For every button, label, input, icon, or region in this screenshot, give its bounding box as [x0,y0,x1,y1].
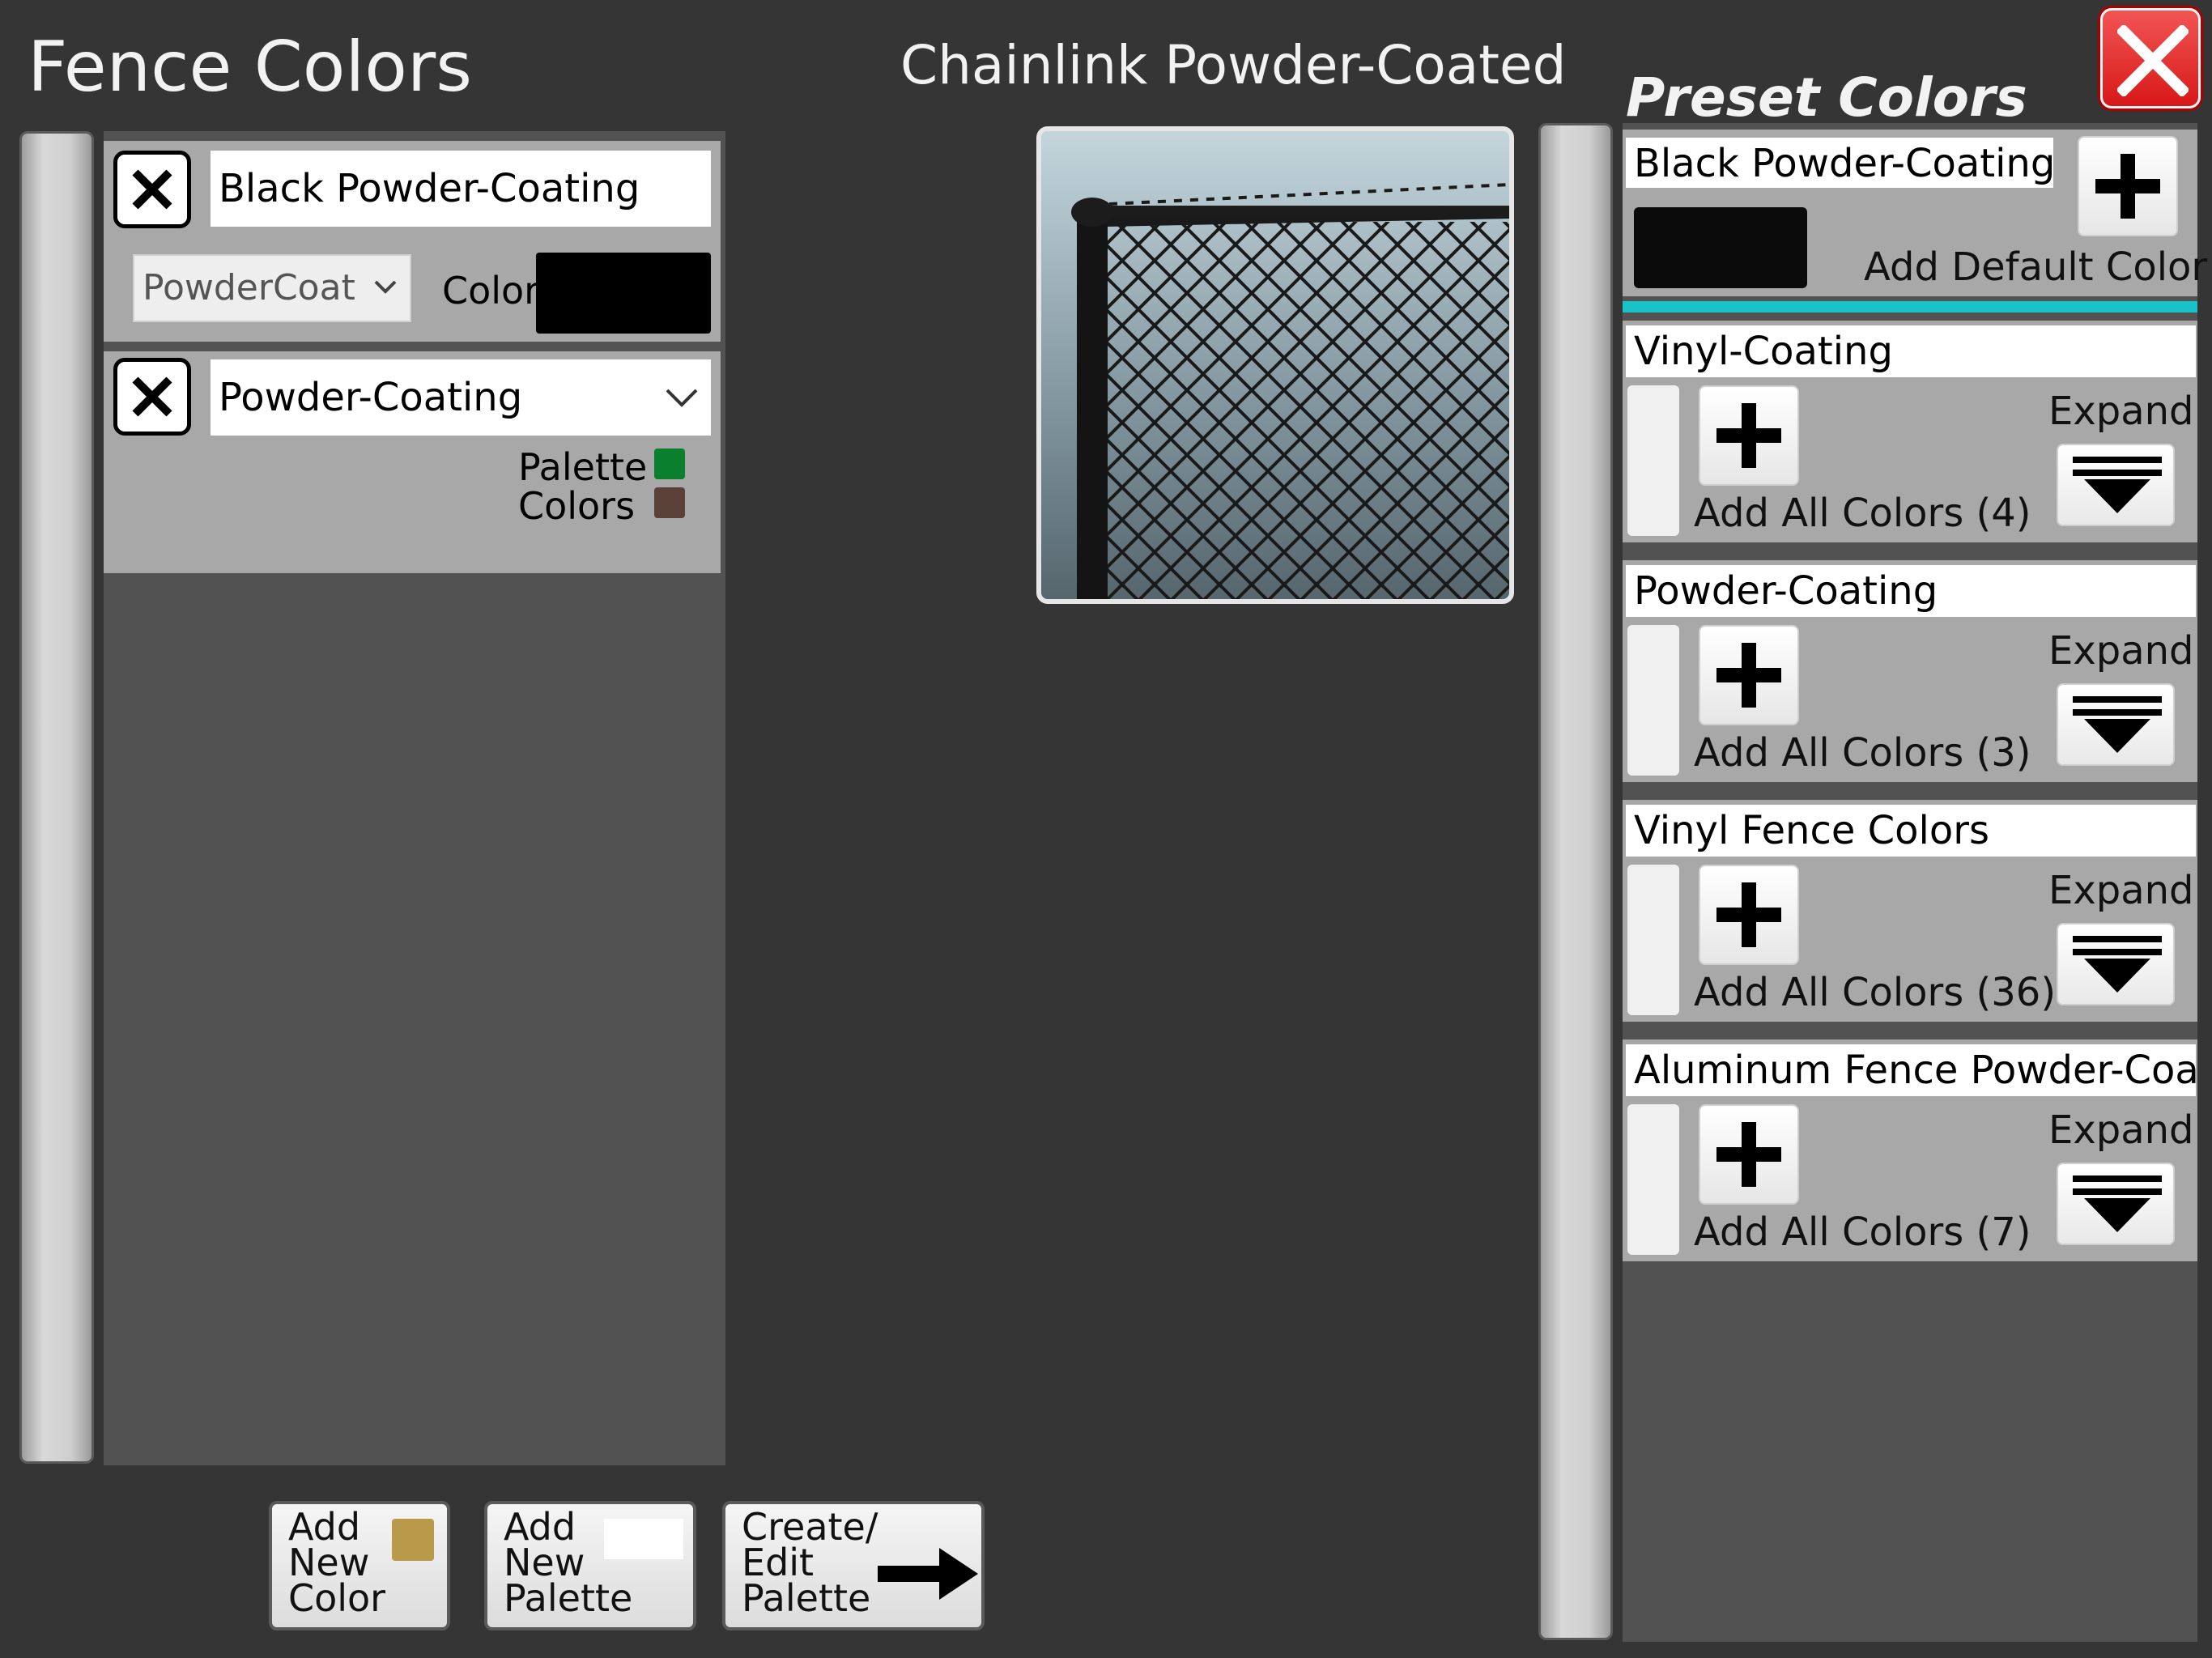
preset-group-name: Powder-Coating [1626,565,2196,617]
palette-select[interactable]: Powder-Coating [211,359,711,436]
remove-icon [132,376,172,417]
add-new-color-button[interactable]: Add New Color [269,1501,450,1630]
expand-label: Expand [2048,389,2194,434]
plus-icon [1716,403,1781,468]
expand-label: Expand [2048,868,2194,913]
expand-button[interactable] [2057,1163,2175,1245]
arrow-right-icon [878,1548,978,1600]
add-default-color-button[interactable] [2078,136,2178,236]
left-scrollbar[interactable] [19,131,94,1464]
plus-icon [1716,643,1781,708]
expand-label: Expand [2048,628,2194,674]
preset-group-name: Vinyl-Coating [1626,325,2196,377]
default-preset-name: Black Powder-Coating [1626,138,2053,188]
default-preset-swatch [1634,207,1807,288]
add-default-color-label: Add Default Color [1864,244,2208,290]
add-color-swatch [392,1519,434,1561]
expand-down-icon [2073,696,2162,753]
add-all-colors-button[interactable] [1699,385,1799,486]
palette-swatch-green [654,449,685,479]
add-new-color-label: Add New Color [288,1505,386,1620]
preset-group-name: Aluminum Fence Powder-Coat [1626,1044,2196,1096]
create-edit-palette-label: Create/ Edit Palette [742,1505,878,1620]
expand-down-icon [2073,936,2162,993]
plus-icon [2095,154,2160,219]
material-select[interactable]: PowderCoat [133,254,411,322]
fence-preview-image [1036,126,1514,604]
palette-swatch-brown [654,487,685,518]
add-all-colors-label: Add All Colors (7) [1694,1209,2031,1255]
palette-label-line2: Colors [518,484,636,528]
expand-label: Expand [2048,1107,2194,1153]
expand-button[interactable] [2057,683,2175,766]
preset-group-name: Vinyl Fence Colors [1626,805,2196,857]
expand-button[interactable] [2057,444,2175,526]
create-edit-palette-button[interactable]: Create/ Edit Palette [722,1501,985,1630]
add-all-colors-button[interactable] [1699,865,1799,965]
close-icon [2117,25,2189,96]
preset-group-strip [1627,625,1679,776]
preview-title: Chainlink Powder-Coated [900,34,1567,96]
color-name-input[interactable]: Black Powder-Coating [211,151,711,227]
color-label: Color [442,269,540,312]
add-all-colors-button[interactable] [1699,1104,1799,1205]
expand-down-icon [2073,457,2162,513]
preset-group-strip [1627,865,1679,1015]
add-all-colors-label: Add All Colors (3) [1694,730,2031,776]
plus-icon [1716,882,1781,947]
plus-icon [1716,1122,1781,1187]
expand-down-icon [2073,1175,2162,1232]
add-all-colors-label: Add All Colors (4) [1694,491,2031,536]
remove-palette-button[interactable] [113,358,191,436]
color-swatch-button[interactable] [536,253,711,334]
add-all-colors-label: Add All Colors (36) [1694,970,2057,1015]
chevron-down-icon [374,280,397,294]
preset-scrollbar[interactable] [1538,123,1613,1640]
add-palette-swatch [604,1519,683,1559]
material-select-value: PowderCoat [143,267,355,308]
palette-select-value: Powder-Coating [219,375,523,420]
preset-group-strip [1627,385,1679,536]
preset-divider [1623,301,2197,312]
add-new-palette-button[interactable]: Add New Palette [484,1501,696,1630]
add-all-colors-button[interactable] [1699,625,1799,725]
chevron-down-icon [666,389,698,407]
page-title: Fence Colors [28,27,473,108]
expand-button[interactable] [2057,923,2175,1005]
remove-color-button[interactable] [113,151,191,228]
palette-label-line1: Palette [518,445,648,489]
close-button[interactable] [2100,8,2201,108]
remove-icon [132,169,172,210]
preset-group-strip [1627,1104,1679,1255]
